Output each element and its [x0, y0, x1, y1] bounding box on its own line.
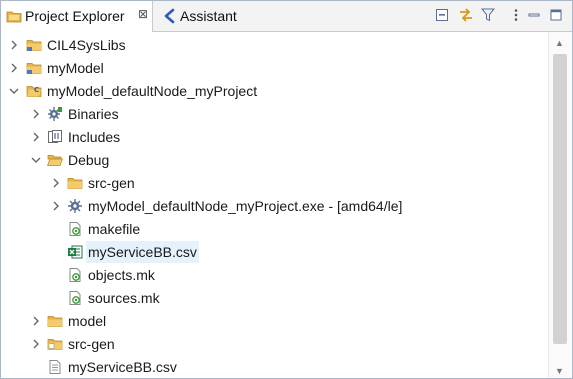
- folder-icon: [67, 178, 83, 189]
- chevron-down-icon[interactable]: [30, 154, 42, 166]
- tree-item-label: myModel_defaultNode_myProject: [47, 83, 258, 99]
- chevron-right-icon[interactable]: [50, 200, 62, 212]
- vertical-scrollbar[interactable]: ▲ ▼: [548, 32, 571, 378]
- excel-csv-icon: [68, 245, 83, 259]
- tree-item[interactable]: Includes: [1, 126, 550, 148]
- link-with-editor-icon[interactable]: [458, 7, 474, 23]
- makefile-icon: [69, 268, 81, 282]
- chevron-right-icon[interactable]: [30, 338, 42, 350]
- tree-item[interactable]: myServiceBB.csv: [1, 356, 550, 378]
- chevron-right-icon[interactable]: [30, 108, 42, 120]
- makefile-icon: [69, 291, 81, 305]
- makefile-icon: [69, 222, 81, 236]
- project-tree[interactable]: CIL4SysLibs myModel C myModel_defaultNod…: [1, 32, 550, 378]
- tab-assistant-label: Assistant: [180, 8, 237, 24]
- tree-item-label: myServiceBB.csv: [86, 241, 199, 263]
- tree-item-label: objects.mk: [88, 267, 155, 283]
- tree-item[interactable]: objects.mk: [1, 264, 550, 286]
- tree-item-label: Binaries: [68, 106, 119, 122]
- binaries-icon: [48, 107, 62, 121]
- tree-item-label: makefile: [88, 221, 141, 237]
- project-explorer-view: Project Explorer ⊠ Assistant CIL4SysLibs…: [0, 0, 573, 379]
- scroll-up-icon[interactable]: ▲: [555, 38, 564, 48]
- tree-item[interactable]: myModel_defaultNode_myProject.exe - [amd…: [1, 195, 550, 217]
- tree-item[interactable]: myModel: [1, 57, 550, 79]
- text-file-icon: [49, 360, 61, 374]
- chevron-right-icon[interactable]: [30, 315, 42, 327]
- project-folder-icon: [26, 63, 42, 74]
- minimize-icon[interactable]: [526, 7, 542, 23]
- cpp-project-folder-icon: C: [26, 86, 42, 97]
- tree-item-label: myModel_defaultNode_myProject.exe - [amd…: [88, 198, 403, 214]
- tree-item[interactable]: C myModel_defaultNode_myProject: [1, 80, 550, 102]
- tree-item[interactable]: sources.mk: [1, 287, 550, 309]
- collapse-all-icon[interactable]: [434, 7, 450, 23]
- tree-item-label: sources.mk: [88, 290, 160, 306]
- tree-item-label: Debug: [68, 152, 110, 168]
- chevron-right-icon[interactable]: [8, 62, 20, 74]
- tree-item-label: CIL4SysLibs: [47, 37, 126, 53]
- tree-item-label: myModel: [47, 60, 104, 76]
- chevron-right-icon[interactable]: [30, 131, 42, 143]
- chevron-right-icon[interactable]: [50, 177, 62, 189]
- tab-assistant[interactable]: Assistant: [156, 1, 266, 31]
- tree-item[interactable]: Debug: [1, 149, 550, 171]
- tree-item-label: src-gen: [68, 336, 115, 352]
- tab-project-explorer[interactable]: Project Explorer ⊠: [1, 1, 153, 32]
- tree-item-label: myServiceBB.csv: [68, 359, 177, 375]
- tab-project-explorer-label: Project Explorer: [25, 8, 125, 24]
- tree-item[interactable]: src-gen: [1, 172, 550, 194]
- view-tab-bar: Project Explorer ⊠ Assistant: [1, 1, 572, 32]
- filter-icon[interactable]: [480, 7, 496, 23]
- tree-item[interactable]: src-gen: [1, 333, 550, 355]
- tree-item[interactable]: Binaries: [1, 103, 550, 125]
- project-folder-icon: [26, 40, 42, 51]
- scrollbar-thumb[interactable]: [553, 54, 567, 344]
- view-menu-icon[interactable]: [508, 7, 524, 23]
- project-explorer-icon: [6, 11, 22, 23]
- view-toolbar: [434, 7, 564, 25]
- folder-open-icon: [47, 155, 63, 166]
- tree-item-selected[interactable]: myServiceBB.csv: [1, 241, 550, 263]
- tree-item[interactable]: CIL4SysLibs: [1, 34, 550, 56]
- assistant-icon: [164, 8, 175, 24]
- scroll-down-icon[interactable]: ▼: [555, 366, 564, 376]
- source-folder-icon: [47, 339, 63, 350]
- chevron-down-icon[interactable]: [8, 85, 20, 97]
- tree-item-label: Includes: [68, 129, 121, 145]
- maximize-icon[interactable]: [548, 7, 564, 23]
- svg-text:C: C: [34, 86, 39, 94]
- tree-item-label: src-gen: [88, 175, 135, 191]
- tree-item-label: model: [68, 313, 107, 329]
- tree-item[interactable]: makefile: [1, 218, 550, 240]
- tree-item[interactable]: model: [1, 310, 550, 332]
- folder-icon: [47, 316, 63, 327]
- close-tab-icon[interactable]: ⊠: [138, 7, 148, 21]
- chevron-right-icon[interactable]: [8, 39, 20, 51]
- includes-icon: [48, 130, 62, 143]
- executable-icon: [68, 199, 82, 213]
